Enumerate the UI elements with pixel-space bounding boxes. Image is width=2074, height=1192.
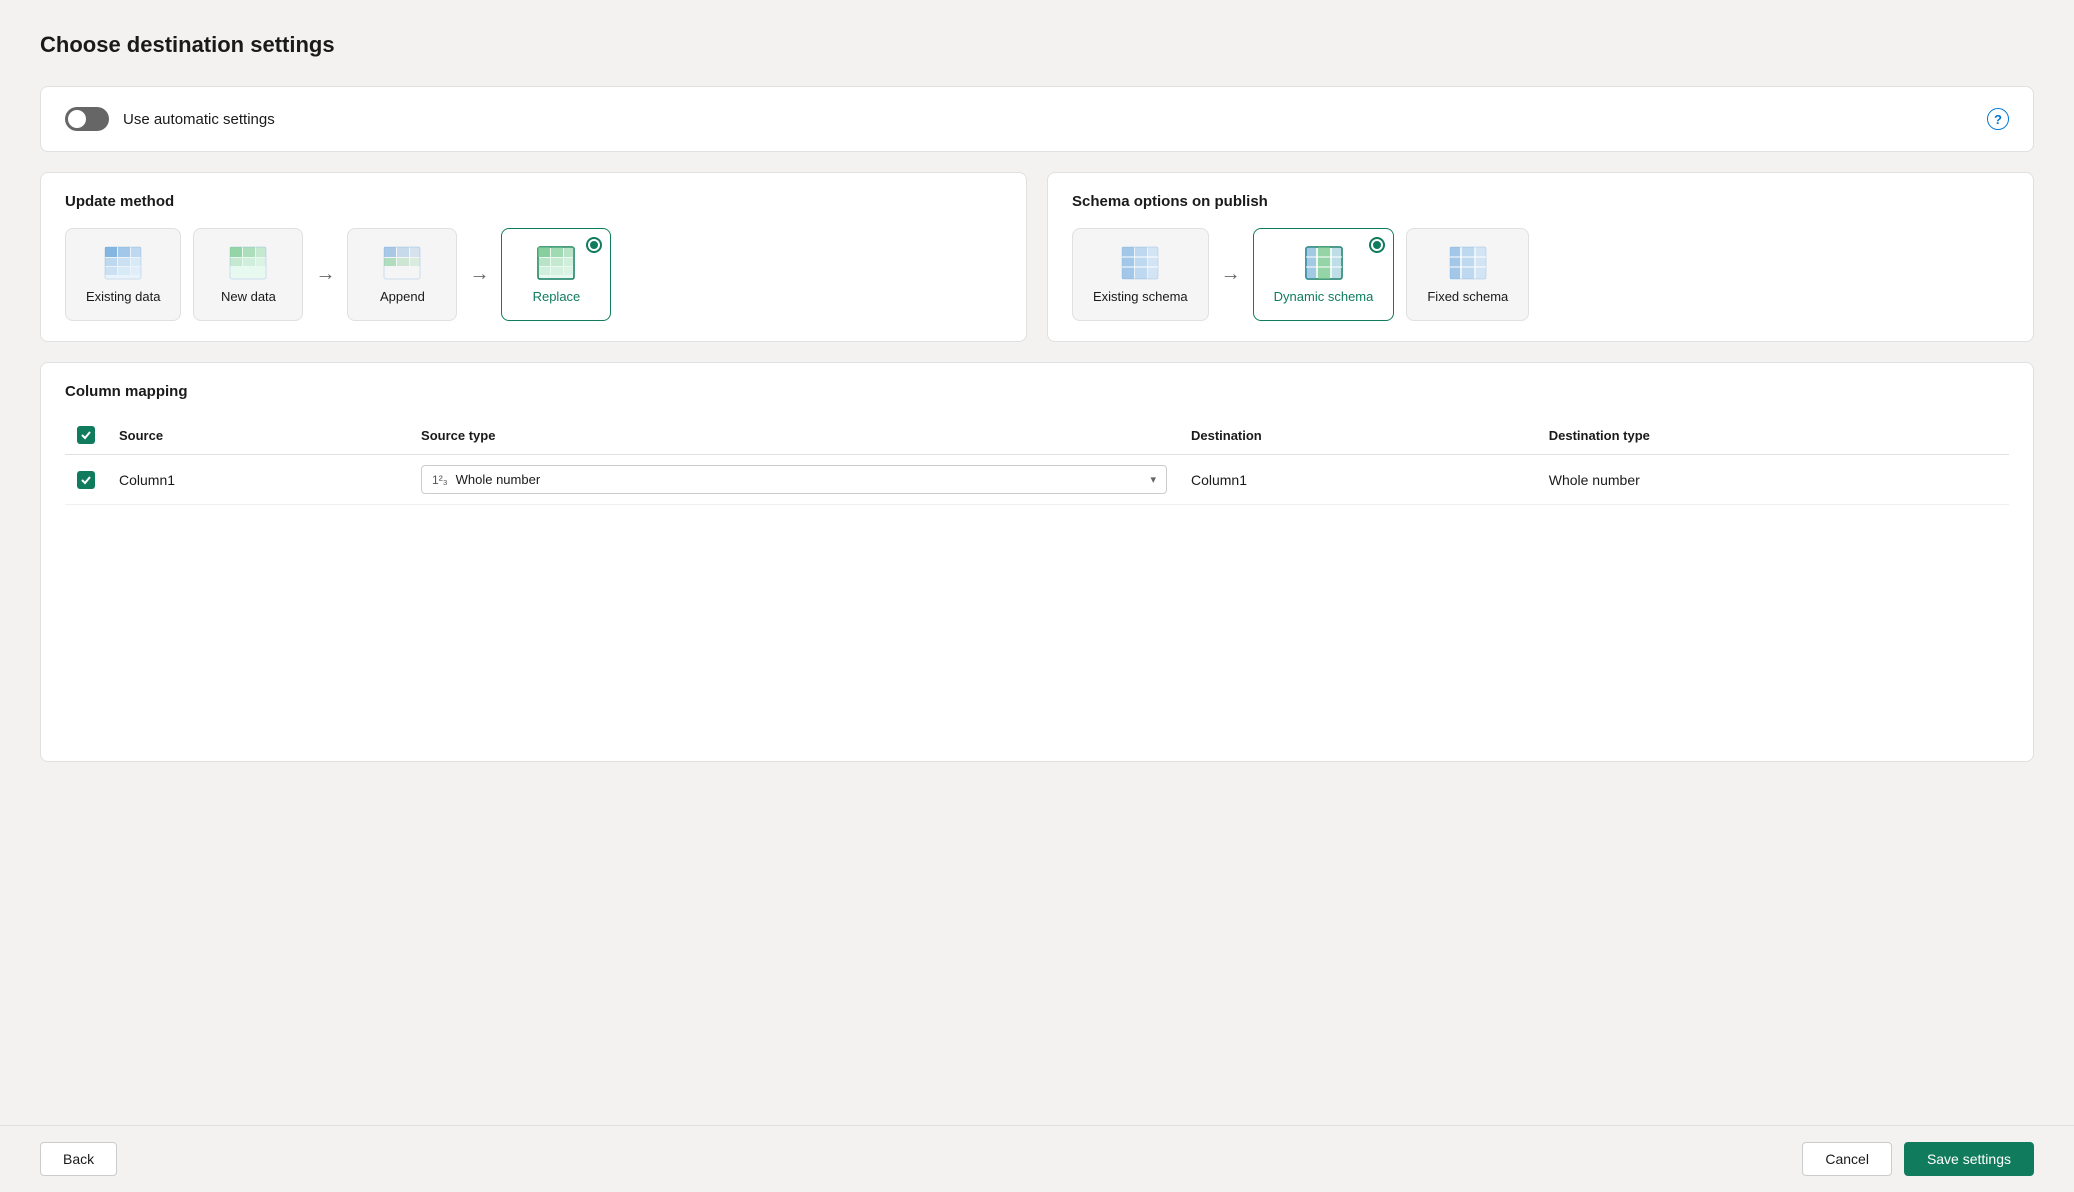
dynamic-schema-label: Dynamic schema	[1274, 289, 1374, 304]
destination-type-cell: Whole number	[1537, 455, 2009, 505]
row-checkbox[interactable]	[77, 471, 95, 489]
append-icon	[382, 245, 422, 281]
update-method-options: Existing data New data →	[65, 228, 1002, 321]
existing-data-icon	[103, 245, 143, 281]
existing-schema-label: Existing schema	[1093, 289, 1188, 304]
table-row: Column1 1²₃ Whole number ▾ Column1 Whole…	[65, 455, 2009, 505]
schema-arrow: →	[1221, 263, 1241, 286]
destination-type-header: Destination type	[1537, 418, 2009, 455]
method-append[interactable]: Append	[347, 228, 457, 321]
row-check-icon	[80, 474, 92, 486]
save-settings-button[interactable]: Save settings	[1904, 1142, 2034, 1176]
fixed-schema-icon	[1448, 245, 1488, 281]
method-new-data[interactable]: New data	[193, 228, 303, 321]
page-title: Choose destination settings	[40, 32, 2034, 58]
destination-header: Destination	[1179, 418, 1537, 455]
destination-cell: Column1	[1179, 455, 1537, 505]
source-type-cell: 1²₃ Whole number ▾	[409, 455, 1179, 505]
replace-label: Replace	[533, 289, 581, 304]
column-mapping-table: Source Source type Destination Destinati…	[65, 418, 2009, 505]
footer-right: Cancel Save settings	[1802, 1142, 2034, 1176]
header-checkbox-cell	[65, 418, 107, 455]
row-checkbox-cell	[65, 455, 107, 505]
footer: Back Cancel Save settings	[0, 1125, 2074, 1192]
help-icon[interactable]: ?	[1987, 108, 2009, 130]
existing-data-label: Existing data	[86, 289, 160, 304]
column-mapping-card: Column mapping Source Source type Destin…	[40, 362, 2034, 762]
update-method-card: Update method	[40, 172, 1027, 342]
check-icon	[80, 429, 92, 441]
source-type-header: Source type	[409, 418, 1179, 455]
replace-icon	[536, 245, 576, 281]
schema-options-options: Existing schema → Dynamic schema	[1072, 228, 2009, 321]
source-type-value: Whole number	[456, 472, 541, 487]
automatic-settings-toggle[interactable]	[65, 107, 109, 131]
schema-options-card: Schema options on publish Existing schem…	[1047, 172, 2034, 342]
fixed-schema-label: Fixed schema	[1427, 289, 1508, 304]
schema-existing[interactable]: Existing schema	[1072, 228, 1209, 321]
new-data-label: New data	[221, 289, 276, 304]
cancel-button[interactable]: Cancel	[1802, 1142, 1892, 1176]
method-existing-data[interactable]: Existing data	[65, 228, 181, 321]
arrow-1: →	[315, 263, 335, 286]
schema-fixed[interactable]: Fixed schema	[1406, 228, 1529, 321]
new-data-icon	[228, 245, 268, 281]
options-row: Update method	[40, 172, 2034, 362]
toggle-label: Use automatic settings	[123, 111, 275, 128]
schema-dynamic[interactable]: Dynamic schema	[1253, 228, 1395, 321]
source-header: Source	[107, 418, 409, 455]
source-type-select[interactable]: 1²₃ Whole number ▾	[421, 465, 1167, 494]
method-replace[interactable]: Replace	[501, 228, 611, 321]
column-mapping-title: Column mapping	[65, 383, 2009, 400]
source-type-icon: 1²₃	[432, 473, 448, 487]
arrow-2: →	[469, 263, 489, 286]
back-button[interactable]: Back	[40, 1142, 117, 1176]
toggle-row: Use automatic settings	[65, 107, 275, 131]
source-cell: Column1	[107, 455, 409, 505]
existing-schema-icon	[1120, 245, 1160, 281]
schema-options-title: Schema options on publish	[1072, 193, 2009, 210]
update-method-title: Update method	[65, 193, 1002, 210]
chevron-down-icon: ▾	[1150, 473, 1156, 486]
dynamic-schema-radio	[1369, 237, 1385, 253]
table-header-row: Source Source type Destination Destinati…	[65, 418, 2009, 455]
toggle-card: Use automatic settings ?	[40, 86, 2034, 152]
header-checkbox[interactable]	[77, 426, 95, 444]
dynamic-schema-icon	[1304, 245, 1344, 281]
append-label: Append	[380, 289, 425, 304]
replace-radio	[586, 237, 602, 253]
